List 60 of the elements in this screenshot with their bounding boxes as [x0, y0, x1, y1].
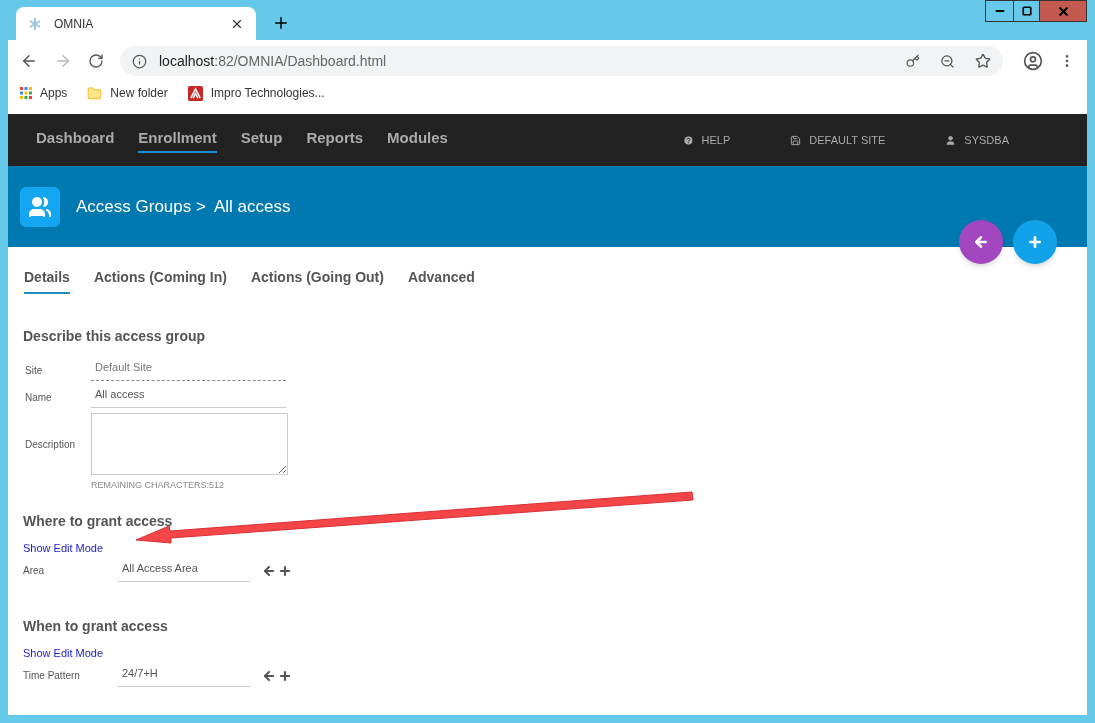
zoom-out-icon[interactable]	[940, 53, 955, 69]
snowflake-icon	[28, 16, 42, 31]
section-heading: When to grant access	[23, 616, 169, 636]
help-icon	[682, 134, 694, 146]
bookmark-link[interactable]: Impro Technologies...	[210, 84, 325, 102]
field-label: Area	[23, 564, 46, 579]
nav-tab[interactable]: Reports	[306, 126, 364, 154]
field-label: Name	[24, 390, 53, 405]
field-label: Description	[24, 437, 77, 452]
nav-link[interactable]: SYSDBA	[964, 131, 1009, 149]
show-edit-mode-link[interactable]: Show Edit Mode	[23, 539, 104, 556]
tab[interactable]: Advanced	[407, 267, 475, 294]
close-icon	[1056, 4, 1070, 18]
key-icon[interactable]	[906, 54, 920, 68]
value-field: 24/7+H	[118, 665, 250, 687]
group-icon	[20, 186, 60, 227]
plus-icon[interactable]	[278, 668, 292, 683]
url-text: localhost:82/OMNIA/Dashboard.html	[159, 51, 388, 71]
browser-tab[interactable]: OMNIA	[16, 7, 256, 40]
field-label: Site	[24, 363, 44, 378]
address-bar[interactable]: localhost:82/OMNIA/Dashboard.html	[120, 46, 1003, 76]
tab[interactable]: Actions (Coming In)	[93, 267, 227, 294]
plus-icon	[1027, 234, 1043, 250]
new-tab-icon[interactable]	[272, 14, 290, 32]
show-edit-mode-link[interactable]: Show Edit Mode	[23, 644, 104, 661]
breadcrumb-link[interactable]: Access Groups >	[76, 193, 206, 220]
description-field[interactable]	[91, 413, 288, 475]
bookmark-link[interactable]: New folder	[110, 84, 168, 102]
page-title: All access	[213, 195, 291, 218]
tab[interactable]: Details	[24, 267, 70, 294]
logo-icon	[187, 85, 203, 101]
star-icon[interactable]	[975, 53, 991, 69]
nav-tab[interactable]: Setup	[240, 126, 283, 154]
nav-link[interactable]: HELP	[701, 131, 731, 149]
section-heading: Where to grant access	[23, 511, 174, 531]
section-heading: Describe this access group	[23, 327, 207, 346]
nav-tab[interactable]: Dashboard	[36, 126, 115, 154]
value-field: All Access Area	[118, 560, 250, 582]
nav-link[interactable]: DEFAULT SITE	[809, 131, 886, 149]
bookmark-link[interactable]: Apps	[40, 84, 68, 102]
folder-icon	[87, 85, 103, 101]
name-field[interactable]: All access	[91, 386, 286, 408]
reload-icon[interactable]	[88, 53, 104, 69]
character-counter: REMAINING CHARACTERS:512	[91, 479, 226, 492]
add-button[interactable]	[1013, 220, 1057, 264]
plus-icon[interactable]	[278, 563, 292, 578]
apps-grid-icon	[20, 87, 32, 99]
tab[interactable]: Actions (Going Out)	[250, 267, 384, 294]
site-field: Default Site	[91, 359, 286, 381]
tab-title: OMNIA	[54, 15, 95, 33]
back-button[interactable]	[959, 220, 1003, 264]
field-label: Time Pattern	[23, 669, 81, 684]
nav-tab[interactable]: Modules	[387, 126, 448, 154]
maximize-icon	[1021, 6, 1032, 16]
nav-tab[interactable]: Enrollment	[138, 126, 217, 154]
account-icon[interactable]	[1023, 51, 1043, 71]
user-icon	[945, 134, 957, 146]
close-window-button[interactable]	[1040, 1, 1086, 21]
back-icon[interactable]	[20, 52, 38, 70]
info-icon	[132, 53, 147, 69]
